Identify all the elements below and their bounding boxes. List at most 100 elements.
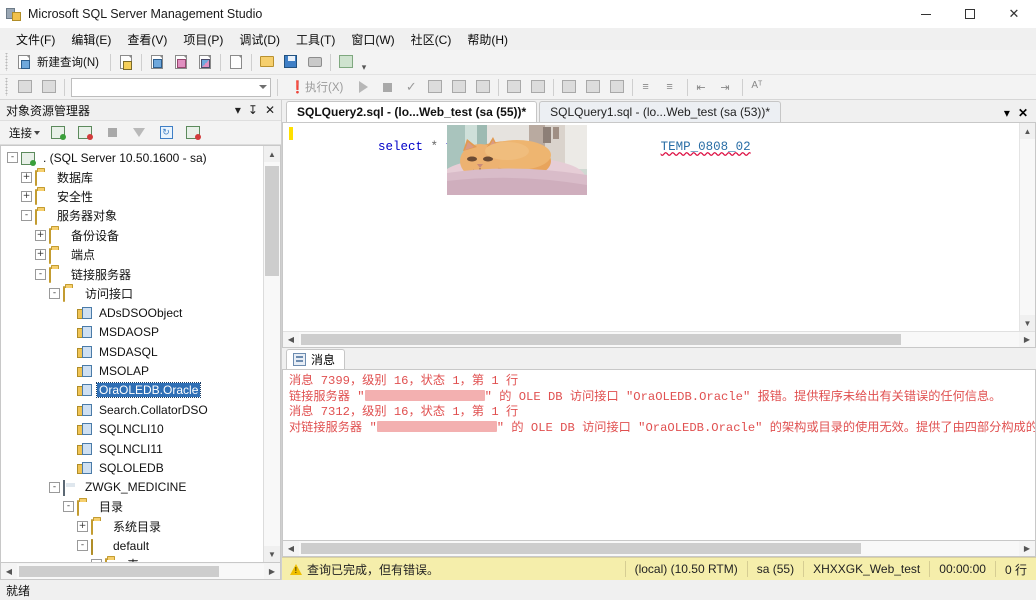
mdx-query-button[interactable] <box>194 52 216 73</box>
editor-vertical-scrollbar[interactable]: ▲ ▼ <box>1019 123 1035 331</box>
scroll-left-button[interactable]: ◀ <box>1 567 17 576</box>
tree-vertical-scrollbar[interactable]: ▲ ▼ <box>263 146 280 562</box>
collapse-icon[interactable]: - <box>21 210 32 222</box>
tree-node[interactable]: + 备份设备 <box>1 226 263 245</box>
tree-node[interactable]: MSDAOSP <box>1 323 263 342</box>
scroll-down-button[interactable]: ▼ <box>264 546 280 562</box>
tree-node[interactable]: + 端点 <box>1 245 263 264</box>
tree-node[interactable]: - 链接服务器 <box>1 264 263 284</box>
messages-horizontal-scrollbar[interactable]: ◀ ▶ <box>282 541 1036 557</box>
menu-community[interactable]: 社区(C) <box>403 28 460 51</box>
tree-node[interactable]: ADsDSOObject <box>1 303 263 322</box>
display-estimated-plan-button[interactable] <box>424 77 446 98</box>
debug-button[interactable] <box>352 77 374 98</box>
query-options-button[interactable] <box>448 77 470 98</box>
object-explorer-tree[interactable]: - . (SQL Server 10.50.1600 - sa) + 数据库 + 安全性 -… <box>0 145 281 563</box>
scroll-right-button[interactable]: ▶ <box>1019 335 1035 344</box>
tree-node[interactable]: SQLNCLI11 <box>1 439 263 458</box>
collapse-icon[interactable]: - <box>49 481 60 493</box>
scroll-thumb[interactable] <box>301 334 901 345</box>
increase-indent-button[interactable]: ⇥ <box>716 77 738 98</box>
expand-icon[interactable]: + <box>35 229 46 241</box>
results-to-grid-button[interactable] <box>558 77 580 98</box>
sql-code-editor[interactable]: select * from zwgk_TEMP_0808_02 <box>282 122 1036 348</box>
comment-button[interactable]: ≡ <box>637 77 659 98</box>
disconnect-object-explorer-button[interactable] <box>74 122 96 143</box>
stop-button[interactable] <box>101 122 123 143</box>
connect-dropdown-button[interactable]: 连接 <box>7 122 42 143</box>
tree-node[interactable]: MSDASQL <box>1 342 263 361</box>
tree-node[interactable]: + 安全性 <box>1 187 263 206</box>
tab-close-button[interactable]: ✕ <box>1018 106 1028 120</box>
new-file-button[interactable] <box>115 52 137 73</box>
tree-horizontal-scrollbar[interactable]: ◀ ▶ <box>0 563 281 580</box>
results-pane-button[interactable] <box>606 77 628 98</box>
parse-button[interactable]: ✓ <box>400 77 422 98</box>
format-button[interactable]: Aᵀ <box>747 77 769 98</box>
analysis-services-query-button[interactable] <box>170 52 192 73</box>
tree-node[interactable]: OraOLEDB.Oracle <box>1 381 263 400</box>
expand-icon[interactable]: + <box>21 190 32 202</box>
connect-button[interactable] <box>14 77 36 98</box>
cancel-executing-query-button[interactable] <box>376 77 398 98</box>
tree-node[interactable]: + 系统目录 <box>1 516 263 536</box>
tree-node[interactable]: Search.CollatorDSO <box>1 400 263 419</box>
collapse-icon[interactable]: - <box>77 540 88 551</box>
results-to-text-button[interactable] <box>527 77 549 98</box>
new-query-button[interactable]: 新建查询(N) <box>14 52 106 73</box>
scroll-left-button[interactable]: ◀ <box>283 335 299 344</box>
results-to-file-button[interactable] <box>582 77 604 98</box>
tree-node[interactable]: -表 <box>1 555 263 562</box>
toolbar-overflow-button[interactable]: ▾ <box>358 52 370 73</box>
scroll-track[interactable] <box>299 332 1019 347</box>
scroll-right-button[interactable]: ▶ <box>264 567 280 576</box>
panel-close-button[interactable]: ✕ <box>265 104 275 116</box>
editor-horizontal-scrollbar[interactable]: ◀ ▶ <box>283 331 1035 347</box>
expand-icon[interactable]: + <box>35 249 46 261</box>
menu-view[interactable]: 查看(V) <box>119 28 175 51</box>
tree-node[interactable]: - default <box>1 536 263 555</box>
collapse-icon[interactable]: - <box>63 501 74 513</box>
save-button[interactable] <box>280 52 302 73</box>
database-engine-query-button[interactable] <box>146 52 168 73</box>
refresh-button[interactable]: ↻ <box>155 122 177 143</box>
connect-object-explorer-button[interactable] <box>47 122 69 143</box>
toolbar-grip[interactable] <box>3 53 11 71</box>
filter-button[interactable] <box>128 122 150 143</box>
tree-node[interactable]: - 访问接口 <box>1 284 263 303</box>
messages-output[interactable]: 消息 7399，级别 16，状态 1，第 1 行 链接服务器 " " 的 OLE … <box>282 369 1036 541</box>
close-button[interactable]: ✕ <box>992 0 1036 28</box>
tree-node[interactable]: - . (SQL Server 10.50.1600 - sa) <box>1 148 263 167</box>
tab-sqlquery1[interactable]: SQLQuery1.sql - (lo...Web_test (sa (53))… <box>539 101 782 122</box>
open-file-button[interactable] <box>256 52 278 73</box>
scroll-left-button[interactable]: ◀ <box>283 544 299 553</box>
expand-icon[interactable]: + <box>77 520 88 532</box>
sync-button[interactable] <box>182 122 204 143</box>
pin-icon[interactable]: ↧ <box>248 104 258 116</box>
panel-menu-button[interactable]: ▾ <box>235 104 241 116</box>
menu-help[interactable]: 帮助(H) <box>459 28 516 51</box>
menu-tools[interactable]: 工具(T) <box>288 28 343 51</box>
tab-sqlquery2[interactable]: SQLQuery2.sql - (lo...Web_test (sa (55))… <box>286 101 538 122</box>
menu-project[interactable]: 项目(P) <box>175 28 231 51</box>
tree-node[interactable]: SQLNCLI10 <box>1 419 263 438</box>
collapse-icon[interactable]: - <box>7 152 18 164</box>
database-combo[interactable] <box>71 77 271 97</box>
scroll-up-button[interactable]: ▲ <box>264 146 280 162</box>
scroll-track[interactable] <box>1020 139 1035 315</box>
menu-window[interactable]: 窗口(W) <box>343 28 402 51</box>
scroll-thumb[interactable] <box>19 565 219 577</box>
execute-button[interactable]: ❗ 执行(X) <box>282 77 350 98</box>
tree-node[interactable]: - 目录 <box>1 497 263 516</box>
menu-file[interactable]: 文件(F) <box>8 28 63 51</box>
tree-node[interactable]: MSOLAP <box>1 361 263 380</box>
tab-messages[interactable]: 消息 <box>286 349 346 369</box>
scroll-thumb[interactable] <box>301 543 861 554</box>
save-all-button[interactable] <box>304 52 326 73</box>
scroll-track[interactable] <box>17 563 264 579</box>
maximize-button[interactable] <box>948 0 992 28</box>
minimize-button[interactable] <box>904 0 948 28</box>
tab-list-button[interactable]: ▾ <box>1004 106 1010 120</box>
tree-node[interactable]: + 数据库 <box>1 167 263 187</box>
scroll-track[interactable] <box>264 162 280 546</box>
